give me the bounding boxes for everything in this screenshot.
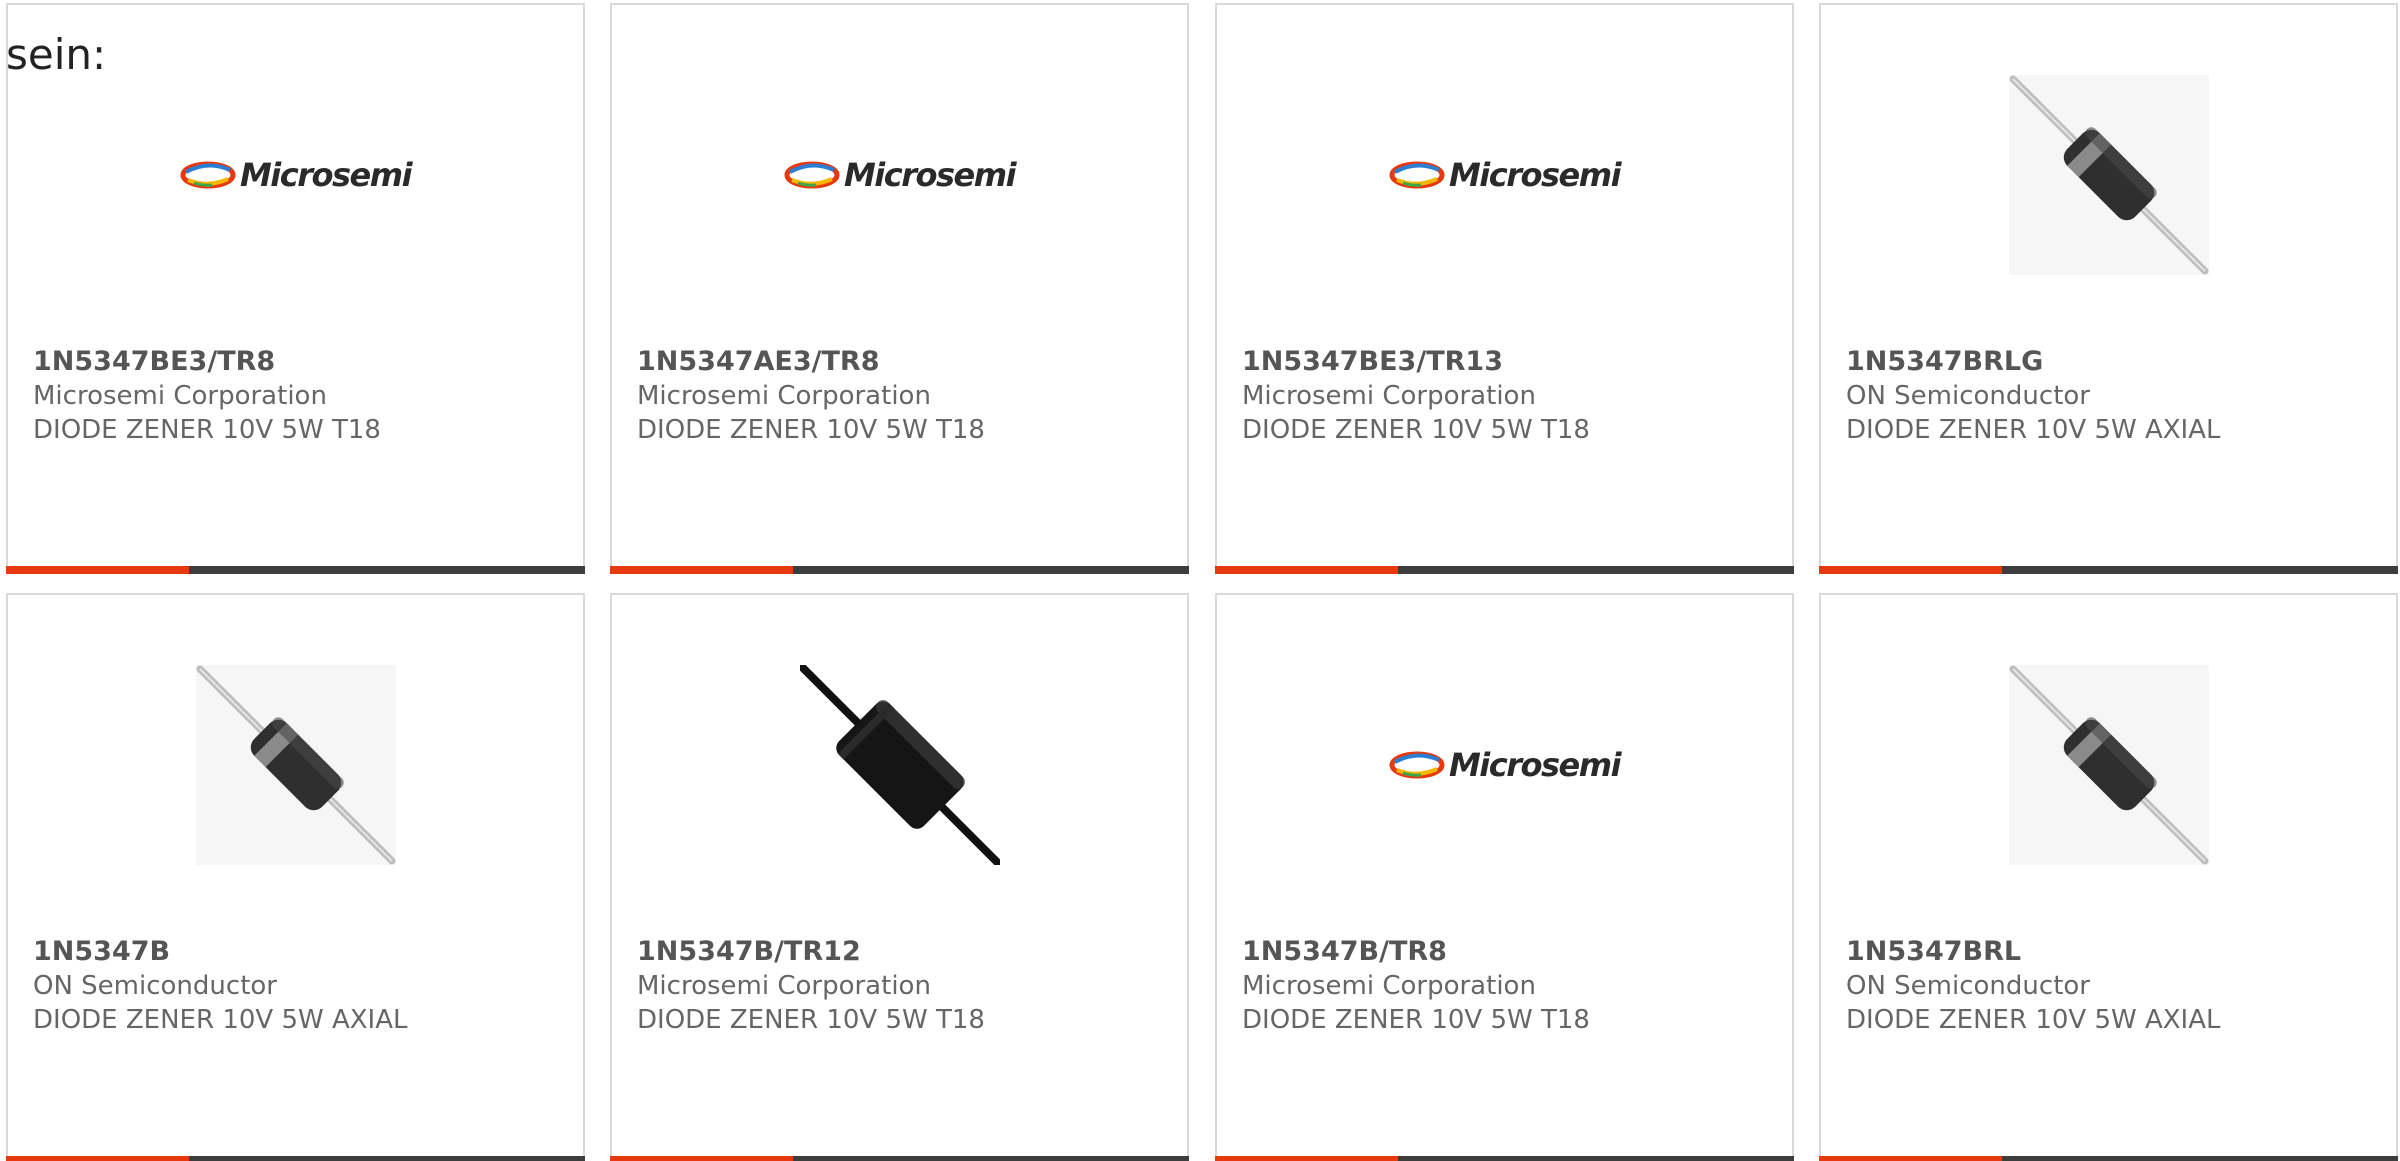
product-image: Microsemi <box>612 65 1187 285</box>
axial-diode-photo <box>2008 665 2209 865</box>
product-card[interactable]: Microsemi 1N5347BE3/TR8 Microsemi Corpor… <box>6 3 585 574</box>
logo-wordmark: Microsemi <box>843 156 1017 194</box>
intro-text: sein: <box>6 30 107 79</box>
card-accent-bar <box>1819 1156 2398 1161</box>
manufacturer-name: Microsemi Corporation <box>637 971 931 1001</box>
product-description: DIODE ZENER 10V 5W AXIAL <box>1846 1005 2221 1035</box>
product-card[interactable]: 1N5347B ON Semiconductor DIODE ZENER 10V… <box>6 593 585 1161</box>
product-image: Microsemi <box>1217 65 1792 285</box>
manufacturer-name: ON Semiconductor <box>1846 381 2090 411</box>
card-accent-bar <box>1215 566 1794 574</box>
product-card[interactable]: 1N5347BRL ON Semiconductor DIODE ZENER 1… <box>1819 593 2398 1161</box>
part-number-link[interactable]: 1N5347BRLG <box>1846 345 2386 379</box>
product-image: Microsemi <box>1217 655 1792 875</box>
logo-wordmark: Microsemi <box>239 156 413 194</box>
product-description: DIODE ZENER 10V 5W T18 <box>1242 415 1590 445</box>
part-number-link[interactable]: 1N5347BE3/TR13 <box>1242 345 1782 379</box>
part-number-link[interactable]: 1N5347AE3/TR8 <box>637 345 1177 379</box>
card-accent-bar <box>610 1156 1189 1161</box>
axial-diode-photo <box>799 665 1000 865</box>
product-description: DIODE ZENER 10V 5W T18 <box>1242 1005 1590 1035</box>
microsemi-logo: Microsemi <box>180 156 413 194</box>
axial-diode-photo <box>195 665 396 865</box>
part-number-link[interactable]: 1N5347B/TR12 <box>637 935 1177 969</box>
product-card[interactable]: Microsemi 1N5347AE3/TR8 Microsemi Corpor… <box>610 3 1189 574</box>
product-card[interactable]: 1N5347B/TR12 Microsemi Corporation DIODE… <box>610 593 1189 1161</box>
product-image: Microsemi <box>8 65 583 285</box>
product-image <box>612 655 1187 875</box>
product-description: DIODE ZENER 10V 5W AXIAL <box>33 1005 408 1035</box>
card-accent-bar <box>6 1156 585 1161</box>
card-accent-bar <box>1215 1156 1794 1161</box>
card-accent-bar <box>6 566 585 574</box>
card-accent-bar <box>610 566 1189 574</box>
microsemi-swirl-icon <box>1389 751 1445 779</box>
manufacturer-name: Microsemi Corporation <box>637 381 931 411</box>
product-image <box>1821 655 2396 875</box>
product-image <box>8 655 583 875</box>
part-number-link[interactable]: 1N5347BE3/TR8 <box>33 345 573 379</box>
microsemi-logo: Microsemi <box>1389 156 1622 194</box>
product-image <box>1821 65 2396 285</box>
microsemi-logo: Microsemi <box>1389 746 1622 784</box>
card-accent-bar <box>1819 566 2398 574</box>
product-description: DIODE ZENER 10V 5W T18 <box>637 1005 985 1035</box>
manufacturer-name: Microsemi Corporation <box>1242 971 1536 1001</box>
part-number-link[interactable]: 1N5347B <box>33 935 573 969</box>
axial-diode-photo <box>2008 75 2209 275</box>
manufacturer-name: ON Semiconductor <box>33 971 277 1001</box>
product-description: DIODE ZENER 10V 5W T18 <box>637 415 985 445</box>
microsemi-swirl-icon <box>1389 161 1445 189</box>
product-card[interactable]: 1N5347BRLG ON Semiconductor DIODE ZENER … <box>1819 3 2398 574</box>
manufacturer-name: Microsemi Corporation <box>1242 381 1536 411</box>
logo-wordmark: Microsemi <box>1448 156 1622 194</box>
part-number-link[interactable]: 1N5347BRL <box>1846 935 2386 969</box>
logo-wordmark: Microsemi <box>1448 746 1622 784</box>
product-card[interactable]: Microsemi 1N5347BE3/TR13 Microsemi Corpo… <box>1215 3 1794 574</box>
product-description: DIODE ZENER 10V 5W T18 <box>33 415 381 445</box>
microsemi-swirl-icon <box>784 161 840 189</box>
product-description: DIODE ZENER 10V 5W AXIAL <box>1846 415 2221 445</box>
part-number-link[interactable]: 1N5347B/TR8 <box>1242 935 1782 969</box>
manufacturer-name: ON Semiconductor <box>1846 971 2090 1001</box>
microsemi-swirl-icon <box>180 161 236 189</box>
product-grid-page: sein: Microsemi 1N5347BE3/TR8 Microsemi … <box>0 0 2400 1161</box>
manufacturer-name: Microsemi Corporation <box>33 381 327 411</box>
product-card[interactable]: Microsemi 1N5347B/TR8 Microsemi Corporat… <box>1215 593 1794 1161</box>
microsemi-logo: Microsemi <box>784 156 1017 194</box>
